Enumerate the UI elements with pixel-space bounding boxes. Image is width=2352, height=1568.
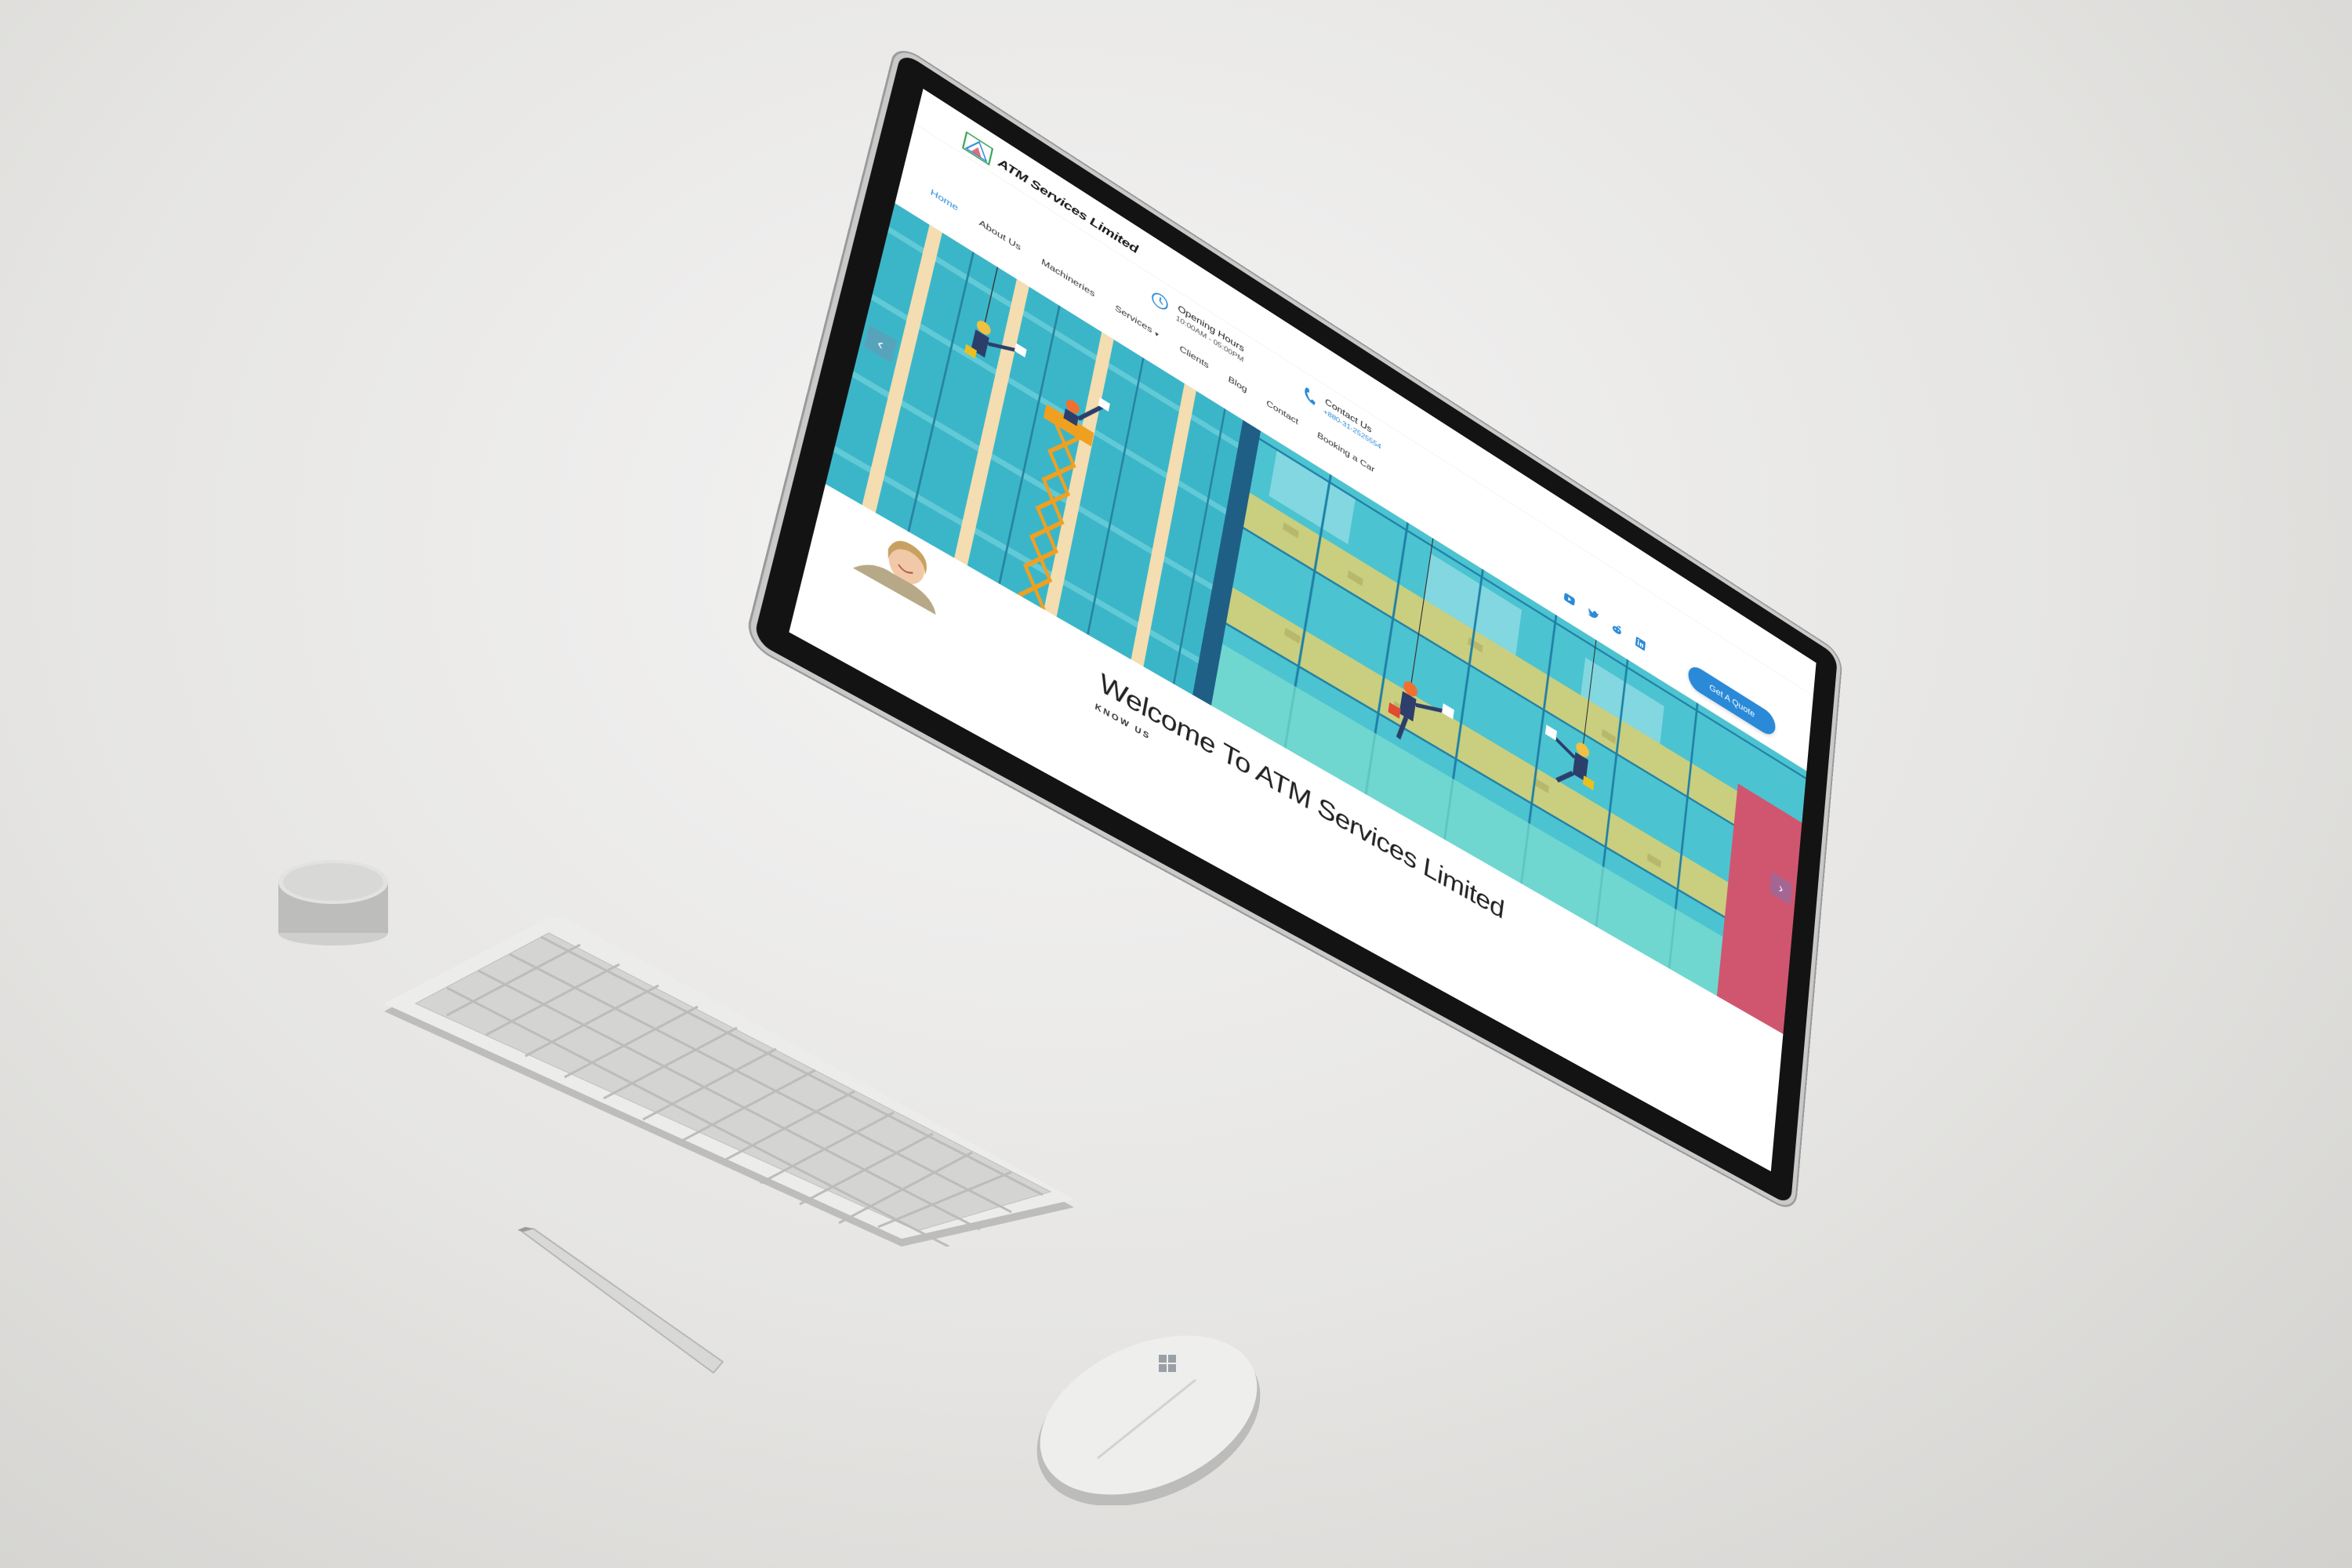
nav-blog[interactable]: Blog [1228,374,1248,395]
surface-dial[interactable] [274,858,392,949]
phone-icon [1303,387,1317,406]
reddit-icon[interactable] [1610,619,1624,639]
mouse[interactable] [1027,1325,1270,1505]
contact-info: Contact Us +880-31-2525554 [1301,382,1384,451]
nav-services[interactable]: Services▼ [1114,303,1160,339]
mockup-scene: ATM Services Limited Opening Hours 10:00… [0,0,2352,1568]
nav-home[interactable]: Home [930,187,960,214]
nav-services-label: Services [1114,303,1153,336]
linkedin-icon[interactable] [1634,634,1648,654]
nav-clients[interactable]: Clients [1179,343,1210,371]
clock-icon [1149,288,1171,314]
youtube-icon[interactable] [1563,590,1577,609]
keyboard[interactable] [384,917,1090,1247]
nav-contact[interactable]: Contact [1265,398,1298,427]
nav-about-us[interactable]: About Us [978,218,1022,253]
twitter-icon[interactable] [1586,604,1600,624]
logo-mark-icon [962,131,994,166]
nav-machineries[interactable]: Machineries [1040,256,1095,299]
stylus-pen[interactable] [517,1227,729,1376]
caret-down-icon: ▼ [1152,329,1160,339]
